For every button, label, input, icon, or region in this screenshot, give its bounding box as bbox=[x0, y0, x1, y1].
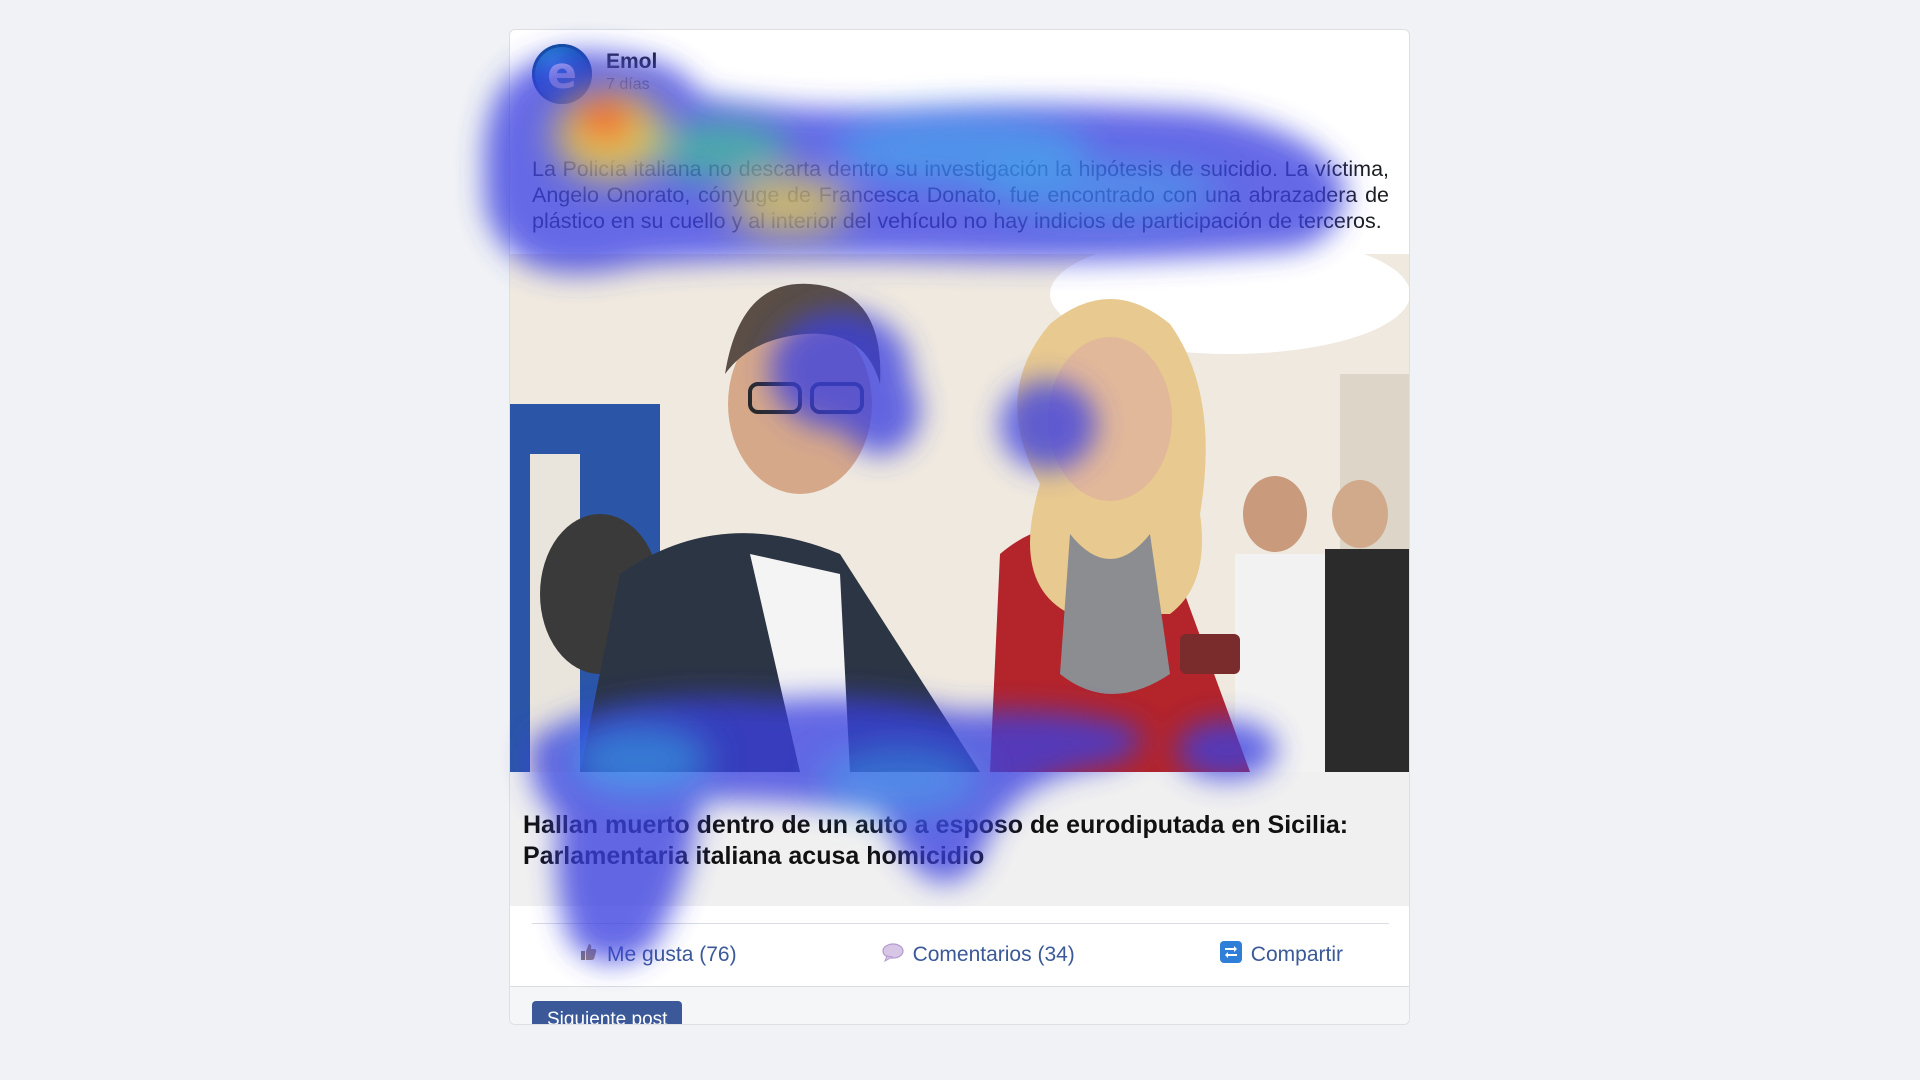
link-preview[interactable]: Hallan muerto dentro de un auto a esposo… bbox=[510, 772, 1409, 906]
author-meta: Emol 7 días bbox=[606, 50, 657, 94]
post-image[interactable] bbox=[510, 254, 1409, 772]
share-label: Compartir bbox=[1250, 942, 1343, 966]
post-footer: Siguiente post bbox=[510, 986, 1409, 1024]
post-card: e Emol 7 días La Policía italiana no des… bbox=[509, 29, 1410, 1025]
author-avatar[interactable]: e bbox=[532, 44, 592, 104]
speech-bubble-icon bbox=[881, 942, 904, 968]
next-post-button[interactable]: Siguiente post bbox=[532, 1001, 683, 1024]
post-header: e Emol 7 días bbox=[532, 44, 657, 104]
share-button[interactable]: Compartir bbox=[1219, 940, 1343, 969]
author-name[interactable]: Emol bbox=[606, 50, 657, 74]
like-label: Me gusta (76) bbox=[607, 942, 737, 966]
like-button[interactable]: Me gusta (76) bbox=[578, 942, 737, 968]
link-title[interactable]: Hallan muerto dentro de un auto a esposo… bbox=[523, 810, 1393, 872]
avatar-logo-letter: e bbox=[547, 48, 577, 99]
comments-label: Comentarios (34) bbox=[912, 942, 1075, 966]
share-arrows-icon bbox=[1219, 940, 1242, 969]
page: e Emol 7 días La Policía italiana no des… bbox=[0, 0, 1920, 1080]
post-actions: Me gusta (76) Comentarios (34) Compartir bbox=[532, 923, 1389, 985]
post-text: La Policía italiana no descarta dentro s… bbox=[532, 157, 1389, 233]
comments-button[interactable]: Comentarios (34) bbox=[881, 942, 1075, 968]
post-timestamp[interactable]: 7 días bbox=[606, 76, 657, 94]
photo-illustration bbox=[510, 254, 1409, 772]
thumbs-up-icon bbox=[578, 942, 598, 968]
